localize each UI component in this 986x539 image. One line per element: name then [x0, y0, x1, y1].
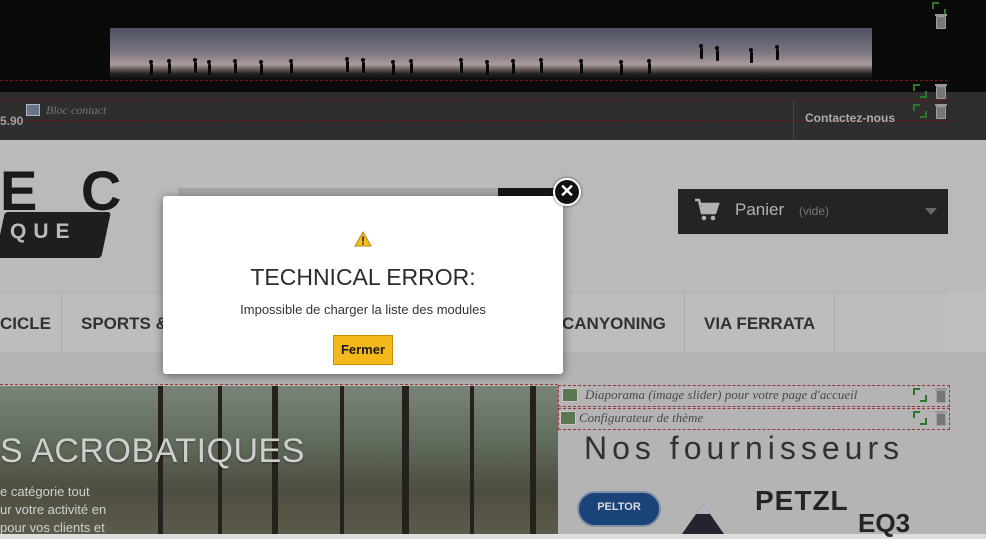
close-button[interactable]: Fermer: [333, 335, 393, 365]
dialog-title: TECHNICAL ERROR:: [250, 264, 476, 290]
close-icon[interactable]: ✕: [553, 178, 581, 206]
warning-icon: [354, 231, 372, 247]
dialog-message: Impossible de charger la liste des modul…: [240, 302, 486, 317]
